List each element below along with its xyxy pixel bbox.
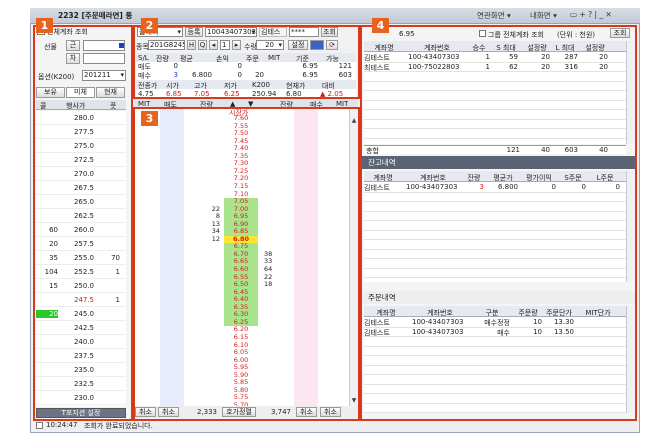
status-message: 조회가 완료되었습니다.	[84, 422, 153, 430]
highlight-panel-4	[360, 25, 637, 421]
highlight-panel-2	[133, 25, 360, 99]
my-screen-menu[interactable]: 내화면 ▾	[530, 10, 557, 21]
badge-4: 4	[372, 18, 389, 33]
status-time: 10:24:47	[46, 421, 78, 429]
status-checkbox[interactable]	[36, 422, 43, 429]
highlight-panel-3	[133, 107, 360, 421]
badge-3: 3	[141, 111, 158, 126]
badge-1: 1	[36, 18, 53, 33]
highlight-panel-1	[33, 25, 133, 421]
title-bar: 2232 [주문매라면] 통 연관화면 ▾ 내화면 ▾ ▭ + ? | _ ✕	[30, 8, 640, 24]
window-title: 2232 [주문매라면] 통	[58, 11, 133, 20]
status-bar: 10:24:47 조회가 완료되었습니다.	[34, 420, 636, 431]
linked-screen-menu[interactable]: 연관화면 ▾	[477, 10, 511, 21]
badge-2: 2	[141, 18, 158, 33]
window-controls[interactable]: ▭ + ? | _ ✕	[570, 10, 612, 19]
